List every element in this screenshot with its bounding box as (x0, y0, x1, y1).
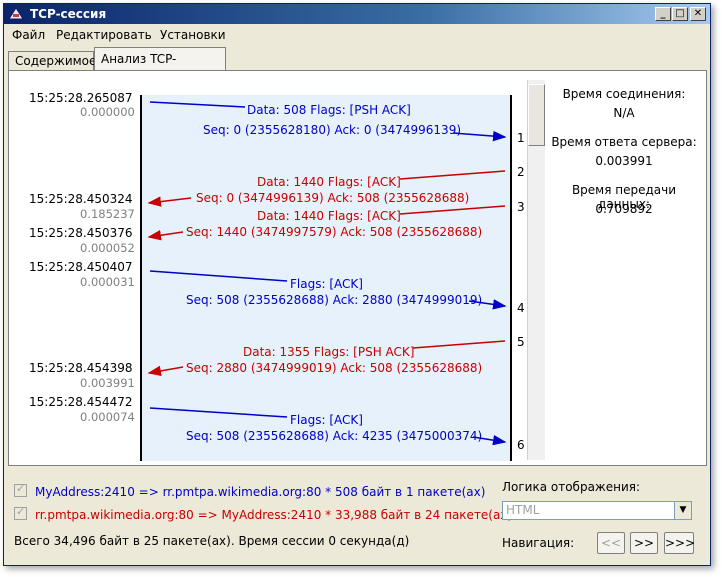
tab-contents[interactable]: Содержимое (8, 51, 96, 71)
packet-2-flags: Data: 1440 Flags: [ACK] (257, 175, 401, 189)
close-button[interactable]: ✕ (690, 7, 706, 21)
packet-2-seq: Seq: 0 (3474996139) Ack: 508 (2355628688… (196, 191, 470, 205)
packet-6-seq: Seq: 508 (2355628688) Ack: 4235 (3475000… (186, 429, 483, 443)
packet-2-arrowhead (147, 196, 192, 207)
packet-1-flags: Data: 508 Flags: [PSH ACK] (247, 103, 411, 117)
display-logic-value: HTML (506, 503, 540, 517)
packet-1-number: 1 (517, 131, 525, 145)
packet-5-flags: Data: 1355 Flags: [PSH ACK] (243, 345, 415, 359)
direction-in-checkbox[interactable] (14, 505, 27, 520)
window-title: TCP-сессия (30, 7, 107, 21)
packet-1-arrow (149, 101, 246, 108)
tab-tcp-analysis[interactable]: Анализ TCP-сессии (94, 47, 226, 88)
direction-out-checkbox[interactable] (14, 482, 27, 497)
analysis-panel: 15:25:28.265087 0.000000 15:25:28.450324… (8, 70, 707, 466)
packet-2-number: 2 (517, 165, 525, 179)
packet-5-arrow (412, 340, 506, 349)
packet-6-flags: Flags: [ACK] (290, 413, 363, 427)
direction-in-label: rr.pmtpa.wikimedia.org:80 => MyAddress:2… (35, 508, 513, 522)
nav-prev-button[interactable]: << (597, 532, 625, 554)
bottom-panel: MyAddress:2410 => rr.pmtpa.wikimedia.org… (4, 470, 710, 566)
title-bar[interactable]: TCP-сессия _ □ ✕ (4, 4, 710, 24)
packet-5-number: 5 (517, 335, 525, 349)
menu-edit[interactable]: Редактировать (56, 28, 152, 42)
chevron-down-icon[interactable]: ▼ (674, 502, 691, 519)
navigation-label: Навигация: (502, 536, 575, 550)
scrollbar-thumb[interactable] (528, 84, 545, 146)
nav-last-button[interactable]: >>> (664, 532, 695, 554)
packet-5-arrowhead (147, 365, 184, 377)
diagram-scrollbar[interactable] (527, 80, 545, 460)
menu-bar: Файл Редактировать Установки (4, 25, 710, 45)
direction-in-row[interactable]: rr.pmtpa.wikimedia.org:80 => MyAddress:2… (14, 505, 513, 522)
packet-3-arrowhead (147, 230, 184, 241)
session-summary: Всего 34,496 байт в 25 пакете(ах). Время… (14, 534, 410, 548)
sequence-diagram: 15:25:28.265087 0.000000 15:25:28.450324… (15, 75, 547, 461)
transfer-time-value: 0.709892 (595, 202, 653, 216)
packet-4-flags: Flags: [ACK] (290, 277, 363, 291)
direction-out-label: MyAddress:2410 => rr.pmtpa.wikimedia.org… (35, 485, 486, 499)
packet-4-seq: Seq: 508 (2355628688) Ack: 2880 (3474999… (186, 293, 483, 307)
packet-4-number: 4 (517, 301, 525, 315)
network-app-icon (8, 7, 24, 20)
response-time-label: Время ответа сервера: (551, 135, 697, 149)
packet-3-arrow (399, 205, 506, 215)
maximize-button[interactable]: □ (672, 7, 688, 21)
packet-3-flags: Data: 1440 Flags: [ACK] (257, 209, 401, 223)
nav-next-button[interactable]: >> (630, 532, 658, 554)
connect-time-label: Время соединения: (562, 87, 686, 101)
menu-settings[interactable]: Установки (160, 28, 226, 42)
packet-1-seq: Seq: 0 (2355628180) Ack: 0 (3474996139) (203, 123, 462, 137)
packet-5-seq: Seq: 2880 (3474999019) Ack: 508 (2355628… (186, 361, 483, 375)
packet-6-number: 6 (517, 438, 525, 452)
packet-3-number: 3 (517, 200, 525, 214)
minimize-button[interactable]: _ (655, 7, 671, 21)
tcp-session-window: TCP-сессия _ □ ✕ Файл Редактировать Уста… (3, 3, 711, 566)
direction-out-row[interactable]: MyAddress:2410 => rr.pmtpa.wikimedia.org… (14, 482, 486, 499)
packet-2-arrow (399, 170, 506, 180)
connect-time-value: N/A (613, 106, 635, 120)
display-logic-label: Логика отображения: (502, 480, 641, 494)
menu-file[interactable]: Файл (12, 28, 45, 42)
packet-4-arrow (149, 270, 288, 282)
response-time-value: 0.003991 (595, 154, 653, 168)
packet-3-seq: Seq: 1440 (3474997579) Ack: 508 (2355628… (186, 225, 483, 239)
display-logic-select[interactable]: HTML ▼ (502, 501, 692, 520)
packet-6-arrow (149, 407, 288, 418)
